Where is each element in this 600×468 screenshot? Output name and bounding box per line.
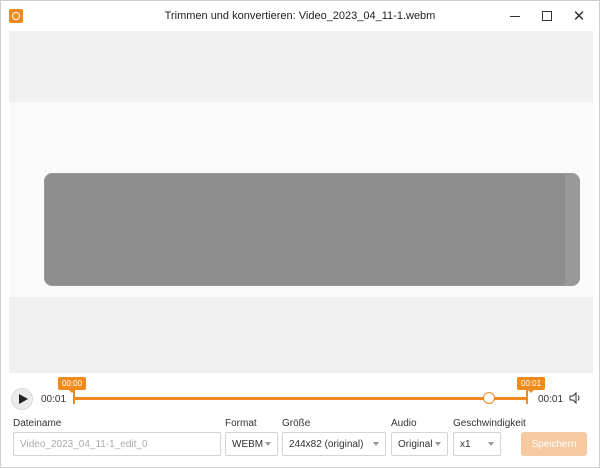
- timeline-track[interactable]: [75, 397, 527, 400]
- trim-convert-window: Trimmen und konvertieren: Video_2023_04_…: [0, 0, 600, 468]
- preview-letterbox-bottom: [9, 297, 593, 373]
- play-button[interactable]: [11, 388, 33, 410]
- video-frame: [45, 174, 579, 285]
- chevron-down-icon: [488, 442, 494, 446]
- end-time: 00:01: [538, 394, 564, 405]
- chevron-down-icon: [373, 442, 379, 446]
- filename-label: Dateiname: [13, 418, 62, 429]
- trim-end-marker[interactable]: 00:01: [517, 377, 546, 393]
- maximize-icon: [542, 11, 552, 21]
- audio-select[interactable]: Original: [391, 432, 448, 456]
- chevron-down-icon: [265, 442, 271, 446]
- format-label: Format: [225, 418, 257, 429]
- format-select[interactable]: WEBM: [225, 432, 278, 456]
- size-label: Größe: [282, 418, 311, 429]
- speed-value: x1: [460, 438, 471, 450]
- maximize-button[interactable]: [532, 5, 562, 27]
- size-select[interactable]: 244x82 (original): [282, 432, 386, 456]
- trim-start-marker[interactable]: 00:00: [58, 377, 87, 393]
- filename-input[interactable]: Video_2023_04_11-1_edit_0: [13, 432, 221, 456]
- minimize-button[interactable]: [500, 5, 530, 27]
- format-value: WEBM: [232, 438, 264, 450]
- minimize-icon: [510, 15, 520, 17]
- save-button[interactable]: Speichern: [521, 432, 587, 456]
- close-button[interactable]: ✕: [564, 5, 594, 27]
- speed-select[interactable]: x1: [453, 432, 501, 456]
- size-value: 244x82 (original): [289, 438, 364, 450]
- playhead-handle[interactable]: [483, 392, 495, 404]
- video-preview-area: [9, 31, 593, 373]
- speed-label: Geschwindigkeit: [453, 418, 526, 429]
- close-icon: ✕: [572, 7, 586, 25]
- title-bar: Trimmen und konvertieren: Video_2023_04_…: [1, 1, 599, 31]
- audio-label: Audio: [391, 418, 417, 429]
- audio-value: Original: [398, 438, 433, 450]
- volume-icon[interactable]: [569, 392, 583, 404]
- preview-letterbox-top: [9, 31, 593, 102]
- chevron-down-icon: [435, 442, 441, 446]
- current-time: 00:01: [41, 394, 67, 405]
